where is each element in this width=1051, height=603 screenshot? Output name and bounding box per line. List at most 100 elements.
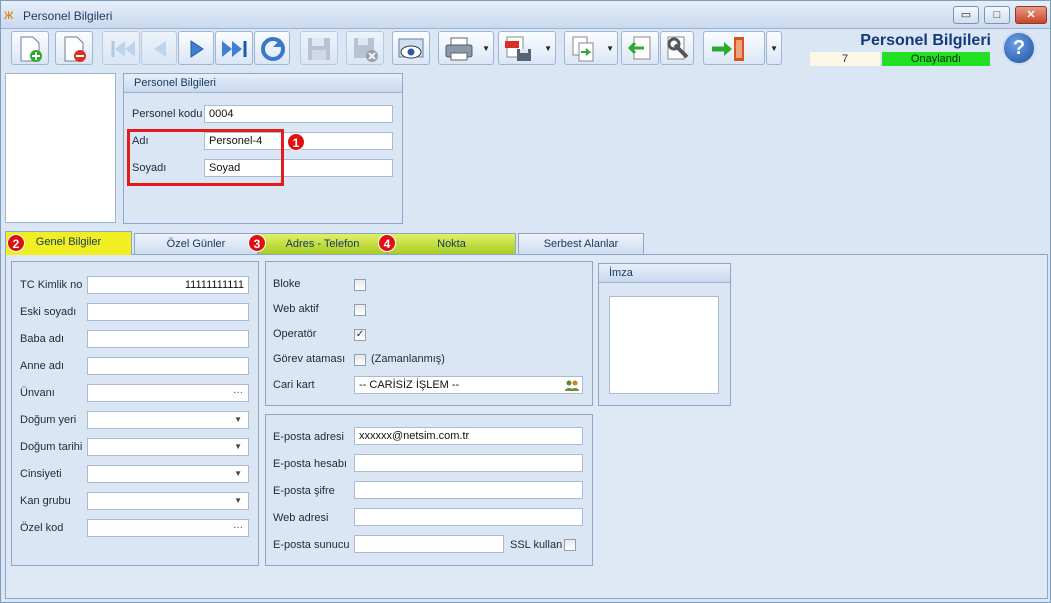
field-label: Web aktif (273, 303, 319, 315)
tab-label: Genel Bilgiler (35, 236, 102, 248)
eye-icon (398, 38, 424, 59)
import-button[interactable] (621, 31, 659, 65)
save-button[interactable] (300, 31, 338, 65)
chevron-down-icon: ▼ (234, 496, 242, 505)
field-label: Personel kodu (132, 108, 203, 120)
cancel-save-icon (354, 38, 378, 62)
kan-grubu-select[interactable]: ▼ (87, 492, 249, 510)
previous-record-button[interactable] (141, 31, 177, 65)
eposta-hesabi-input[interactable] (354, 454, 583, 472)
field-label: Bloke (273, 278, 301, 290)
delete-document-icon (64, 36, 86, 62)
eski-soyadi-input[interactable] (87, 303, 249, 321)
new-document-icon (20, 36, 42, 62)
refresh-icon (261, 37, 285, 61)
anne-adi-input[interactable] (87, 357, 249, 375)
group-title: Personel Bilgileri (124, 74, 402, 93)
ozel-kod-lookup[interactable]: ··· (87, 519, 249, 537)
copy-icon (572, 36, 594, 62)
gorev-atamasi-checkbox[interactable] (354, 354, 366, 366)
next-record-button[interactable] (178, 31, 214, 65)
minimize-button[interactable]: ▭ (953, 6, 979, 24)
cari-kart-value: -- CARİSİZ İŞLEM -- (359, 379, 460, 391)
new-record-button[interactable] (11, 31, 49, 65)
delete-record-button[interactable] (55, 31, 93, 65)
annotation-badge: 1 (287, 133, 305, 151)
last-record-button[interactable] (215, 31, 253, 65)
field-label: Ünvanı (20, 387, 55, 399)
import-icon (627, 36, 651, 60)
record-count: 7 (810, 52, 880, 66)
annotation-badge: 3 (248, 234, 266, 252)
cancel-save-button[interactable] (346, 31, 384, 65)
field-label: TC Kimlik no (20, 279, 83, 291)
field-label: Doğum tarihi (20, 441, 83, 453)
ssl-checkbox[interactable] (564, 539, 576, 551)
chevron-down-icon: ▼ (234, 469, 242, 478)
chevron-down-icon: ▼ (234, 442, 242, 451)
zamanlanmis-label: (Zamanlanmış) (371, 353, 445, 365)
ellipsis-icon: ··· (233, 387, 243, 398)
exit-dropdown-button[interactable]: ▼ (766, 31, 782, 65)
operator-checkbox[interactable]: ✓ (354, 329, 366, 341)
copy-button[interactable]: ▼ (564, 31, 618, 65)
ellipsis-icon: ··· (233, 522, 243, 533)
dogum-tarihi-select[interactable]: ▼ (87, 438, 249, 456)
title-bar: ж Personel Bilgileri ▭ □ ✕ (1, 1, 1050, 29)
last-icon (222, 41, 247, 57)
tab-serbest-alanlar[interactable]: Serbest Alanlar (518, 233, 644, 254)
eposta-sifre-input[interactable] (354, 481, 583, 499)
refresh-button[interactable] (254, 31, 290, 65)
eposta-adresi-input[interactable]: xxxxxx@netsim.com.tr (354, 427, 583, 445)
help-button[interactable]: ? (1002, 31, 1036, 65)
field-label: Baba adı (20, 333, 65, 345)
exit-button[interactable] (703, 31, 765, 65)
wrench-icon (667, 36, 689, 60)
tab-label: Adres - Telefon (285, 238, 360, 250)
maximize-button[interactable]: □ (984, 6, 1010, 24)
field-label: Web adresi (273, 512, 329, 524)
tab-adres-telefon[interactable]: Adres - Telefon (258, 233, 387, 254)
eposta-sunucu-input[interactable] (354, 535, 504, 553)
personel-kodu-input[interactable]: 0004 (204, 105, 393, 123)
preview-button[interactable] (392, 31, 430, 65)
cinsiyet-select[interactable]: ▼ (87, 465, 249, 483)
cari-kart-lookup[interactable]: -- CARİSİZ İŞLEM -- (354, 376, 583, 394)
field-label: Cinsiyeti (20, 468, 62, 480)
field-label: E-posta adresi (273, 431, 344, 443)
window-title: Personel Bilgileri (23, 9, 113, 23)
tc-kimlik-input[interactable]: 11111111111 (87, 276, 249, 294)
printer-icon (445, 37, 473, 61)
tab-nokta[interactable]: Nokta (387, 233, 516, 254)
chevron-down-icon: ▼ (606, 44, 614, 53)
web-adresi-input[interactable] (354, 508, 583, 526)
settings-button[interactable] (660, 31, 694, 65)
previous-icon (154, 41, 166, 57)
first-icon (111, 41, 135, 57)
next-icon (190, 40, 204, 58)
field-label: E-posta sunucu (273, 539, 350, 551)
dogum-yeri-select[interactable]: ▼ (87, 411, 249, 429)
bloke-checkbox[interactable] (354, 279, 366, 291)
status-badge: Onaylandı (882, 52, 990, 66)
close-button[interactable]: ✕ (1015, 6, 1047, 24)
tab-ozel-gunler[interactable]: Özel Günler (134, 233, 258, 254)
export-pdf-button[interactable]: ▼ (498, 31, 556, 65)
personel-window: ж Personel Bilgileri ▭ □ ✕ ▼ ▼ ▼ ▼ Perso… (0, 0, 1051, 603)
web-aktif-checkbox[interactable] (354, 304, 366, 316)
signature-box[interactable] (609, 296, 719, 394)
first-record-button[interactable] (102, 31, 140, 65)
field-label: Anne adı (20, 360, 65, 372)
exit-door-icon (712, 37, 744, 61)
header-title: Personel Bilgileri (860, 32, 991, 49)
baba-adi-input[interactable] (87, 330, 249, 348)
pdf-icon (505, 36, 531, 61)
print-button[interactable]: ▼ (438, 31, 494, 65)
users-icon (565, 380, 579, 391)
annotation-badge: 2 (7, 234, 25, 252)
chevron-down-icon: ▼ (234, 415, 242, 424)
unvan-lookup[interactable]: ··· (87, 384, 249, 402)
annotation-badge: 4 (378, 234, 396, 252)
imza-panel: İmza (598, 263, 731, 406)
photo-box[interactable] (5, 73, 116, 223)
